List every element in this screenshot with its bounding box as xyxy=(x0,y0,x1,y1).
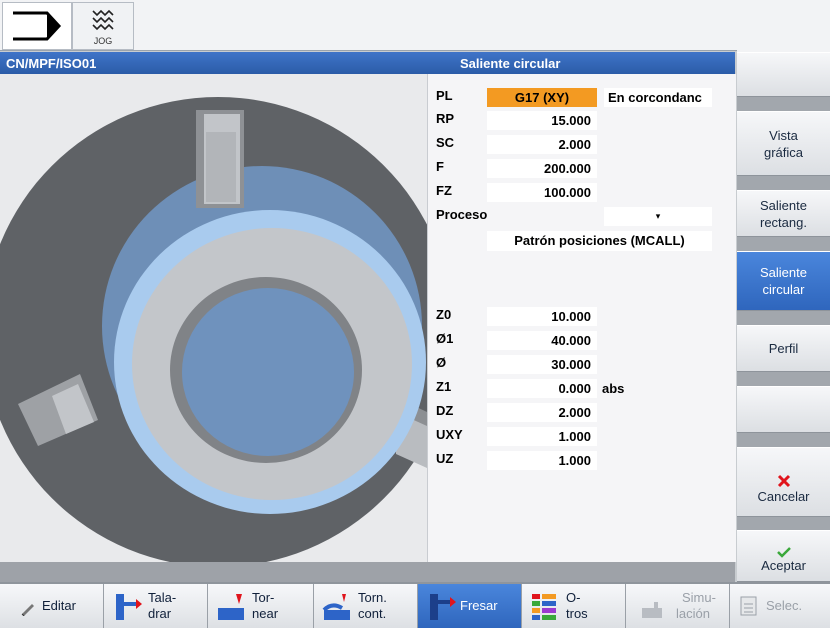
param-label-f: F xyxy=(436,159,444,174)
param-label-pl: PL xyxy=(436,88,453,103)
softkey-empty-1[interactable] xyxy=(737,52,830,97)
softkey-divider xyxy=(737,372,830,386)
contour-turning-icon xyxy=(322,594,350,620)
param-z1-unit[interactable]: abs xyxy=(602,381,624,396)
taladrar-button[interactable]: Tala- drar xyxy=(104,584,208,628)
status-bar xyxy=(0,562,735,582)
taladrar-label-1: Tala- xyxy=(148,590,177,605)
softkey-empty-2[interactable] xyxy=(737,386,830,433)
selec-label: Selec. xyxy=(766,598,803,613)
param-uz-value[interactable]: 1.000 xyxy=(487,451,597,470)
param-rp-value[interactable]: 15.000 xyxy=(487,111,597,130)
param-z0-value[interactable]: 10.000 xyxy=(487,307,597,326)
otros-label-1: O- xyxy=(566,590,581,605)
simulacion-label-1: Simu- xyxy=(682,590,716,605)
pencil-icon xyxy=(21,604,34,616)
torn-cont-label-2: cont. xyxy=(358,606,387,621)
jog-mode-icon[interactable]: JOG xyxy=(72,2,134,50)
param-label-d1: Ø1 xyxy=(436,331,454,346)
param-label-z1: Z1 xyxy=(436,379,452,394)
param-label-fz: FZ xyxy=(436,183,452,198)
cancelar-label: Cancelar xyxy=(757,489,810,504)
taladrar-label-2: drar xyxy=(148,606,172,621)
nc-file-icon xyxy=(740,596,757,616)
softkey-divider xyxy=(737,97,830,111)
param-label-rp: RP xyxy=(436,111,455,126)
otros-button[interactable]: O- tros xyxy=(522,584,626,628)
checkmark-icon xyxy=(776,547,791,558)
param-label-uz: UZ xyxy=(436,451,454,466)
aceptar-label: Aceptar xyxy=(761,558,806,573)
param-label-sc: SC xyxy=(436,135,455,150)
softkey-divider xyxy=(737,433,830,447)
help-graphic-panel xyxy=(0,74,427,562)
saliente-rectangular-softkey[interactable]: Saliente rectang. xyxy=(737,190,830,237)
proceso-value[interactable]: Patrón posiciones (MCALL) xyxy=(487,231,712,251)
param-fz-value[interactable]: 100.000 xyxy=(487,183,597,202)
selec-button[interactable]: Selec. xyxy=(730,584,830,628)
saliente-circular-softkey[interactable]: Saliente circular xyxy=(737,251,830,311)
otros-label-2: tros xyxy=(566,606,588,621)
softkey-divider xyxy=(737,237,830,251)
param-d1-value[interactable]: 40.000 xyxy=(487,331,597,350)
tornear-label-2: near xyxy=(252,606,279,621)
param-z1-value[interactable]: 0.000 xyxy=(487,379,597,398)
param-label-uxy: UXY xyxy=(436,427,463,442)
circular-spigot-illustration xyxy=(0,97,427,562)
simulation-icon xyxy=(642,602,662,618)
param-pl-mode[interactable]: En corcondanc xyxy=(604,88,712,107)
softkey-divider xyxy=(737,311,830,325)
softkey-divider xyxy=(737,517,830,530)
softkey-divider xyxy=(737,176,830,190)
cycle-title: Saliente circular xyxy=(460,56,561,71)
param-label-z0: Z0 xyxy=(436,307,452,322)
param-label-proceso: Proceso xyxy=(436,207,488,222)
milling-icon xyxy=(430,594,456,620)
aceptar-softkey[interactable]: Aceptar xyxy=(737,530,830,582)
param-d-value[interactable]: 30.000 xyxy=(487,355,597,374)
cancel-x-icon xyxy=(777,474,790,488)
param-dz-value[interactable]: 2.000 xyxy=(487,403,597,422)
tornear-label-1: Tor- xyxy=(252,590,275,605)
param-label-d: Ø xyxy=(436,355,447,370)
param-uxy-value[interactable]: 1.000 xyxy=(487,427,597,446)
turning-icon xyxy=(218,594,244,620)
simulacion-label-2: lación xyxy=(676,606,710,621)
fresar-label: Fresar xyxy=(460,598,498,613)
top-bar: JOG xyxy=(0,0,830,51)
param-label-dz: DZ xyxy=(436,403,454,418)
program-arrow-icon[interactable] xyxy=(2,2,72,50)
jog-label: JOG xyxy=(93,36,113,46)
tornear-button[interactable]: Tor- near xyxy=(208,584,314,628)
param-f-value[interactable]: 200.000 xyxy=(487,159,597,178)
others-icon xyxy=(532,594,556,620)
editar-button[interactable]: Editar xyxy=(0,584,104,628)
program-path: CN/MPF/ISO01 xyxy=(6,56,97,71)
parameter-panel: PL G17 (XY) En corcondanc RP 15.000 SC 2… xyxy=(427,74,736,562)
title-bar: CN/MPF/ISO01 Saliente circular xyxy=(0,52,735,74)
perfil-softkey[interactable]: Perfil xyxy=(737,325,830,372)
proceso-dropdown-icon[interactable]: ▾ xyxy=(604,207,712,226)
param-sc-value[interactable]: 2.000 xyxy=(487,135,597,154)
drill-icon xyxy=(116,594,142,620)
simulacion-button[interactable]: Simu- lación xyxy=(626,584,730,628)
cancelar-softkey[interactable]: Cancelar xyxy=(737,447,830,517)
fresar-button[interactable]: Fresar xyxy=(418,584,522,628)
torneado-contorno-button[interactable]: Torn. cont. xyxy=(314,584,418,628)
param-pl-value[interactable]: G17 (XY) xyxy=(487,88,597,107)
editar-label: Editar xyxy=(42,598,76,613)
torn-cont-label-1: Torn. xyxy=(358,590,387,605)
vista-grafica-softkey[interactable]: Vista gráfica xyxy=(737,111,830,176)
